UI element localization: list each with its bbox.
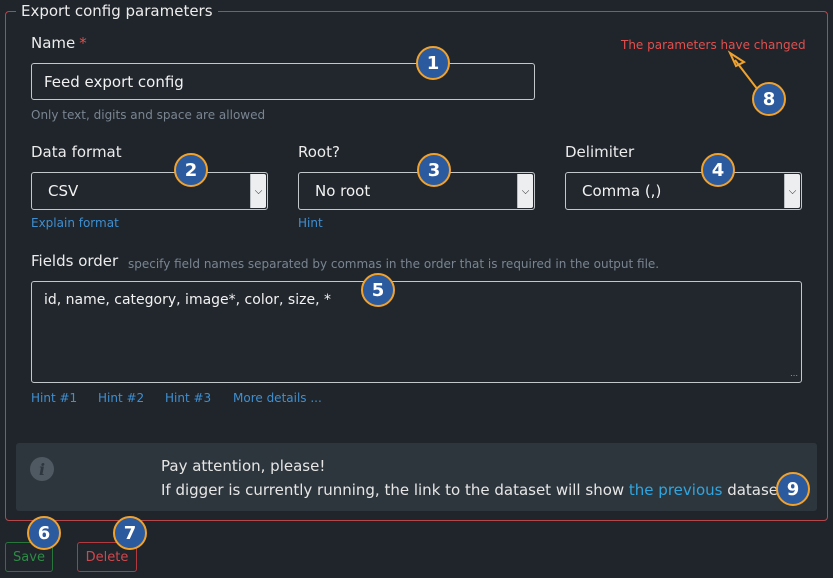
required-mark: * <box>79 34 87 52</box>
attention-alert: i Pay attention, please! If digger is cu… <box>16 443 817 511</box>
root-select[interactable]: No root ⌵ <box>298 172 535 210</box>
callout-badge-3: 3 <box>417 153 451 187</box>
data-format-value: CSV <box>48 182 79 200</box>
resize-grip-icon[interactable]: ⋯ <box>790 372 798 380</box>
fieldset-legend: Export config parameters <box>16 1 218 21</box>
previous-dataset-link[interactable]: the previous <box>629 481 723 499</box>
explain-format-link[interactable]: Explain format <box>31 215 119 231</box>
callout-badge-9: 9 <box>776 472 810 506</box>
delimiter-select[interactable]: Comma (,) ⌵ <box>565 172 802 210</box>
info-icon: i <box>30 457 54 481</box>
callout-badge-6: 6 <box>27 516 61 550</box>
callout-badge-2: 2 <box>174 153 208 187</box>
parameters-changed-notice: The parameters have changed <box>621 38 806 52</box>
chevron-down-icon: ⌵ <box>250 174 266 208</box>
callout-badge-1: 1 <box>416 46 450 80</box>
fields-order-label: Fields order <box>31 252 119 270</box>
delimiter-value: Comma (,) <box>582 182 662 200</box>
chevron-down-icon: ⌵ <box>517 174 533 208</box>
alert-text: If digger is currently running, the link… <box>161 481 789 499</box>
delimiter-label: Delimiter <box>565 143 635 161</box>
name-input[interactable]: Feed export config <box>31 63 535 100</box>
hint-3-link[interactable]: Hint #3 <box>165 390 211 406</box>
fields-order-value: id, name, category, image*, color, size,… <box>44 292 331 308</box>
callout-badge-7: 7 <box>113 516 147 550</box>
callout-badge-8: 8 <box>752 82 786 116</box>
name-label: Name * <box>31 34 87 52</box>
data-format-label: Data format <box>31 143 122 161</box>
hint-2-link[interactable]: Hint #2 <box>98 390 144 406</box>
callout-badge-4: 4 <box>701 153 735 187</box>
callout-badge-5: 5 <box>361 273 395 307</box>
more-details-link[interactable]: More details ... <box>233 390 322 406</box>
data-format-select[interactable]: CSV ⌵ <box>31 172 268 210</box>
name-help-text: Only text, digits and space are allowed <box>31 108 266 122</box>
fields-order-help: specify field names separated by commas … <box>128 257 660 271</box>
root-hint-link[interactable]: Hint <box>298 215 323 231</box>
chevron-down-icon: ⌵ <box>784 174 800 208</box>
hint-1-link[interactable]: Hint #1 <box>31 390 77 406</box>
root-label: Root? <box>298 143 340 161</box>
alert-title: Pay attention, please! <box>161 457 326 475</box>
fields-order-textarea[interactable]: id, name, category, image*, color, size,… <box>31 281 802 383</box>
root-value: No root <box>315 182 371 200</box>
